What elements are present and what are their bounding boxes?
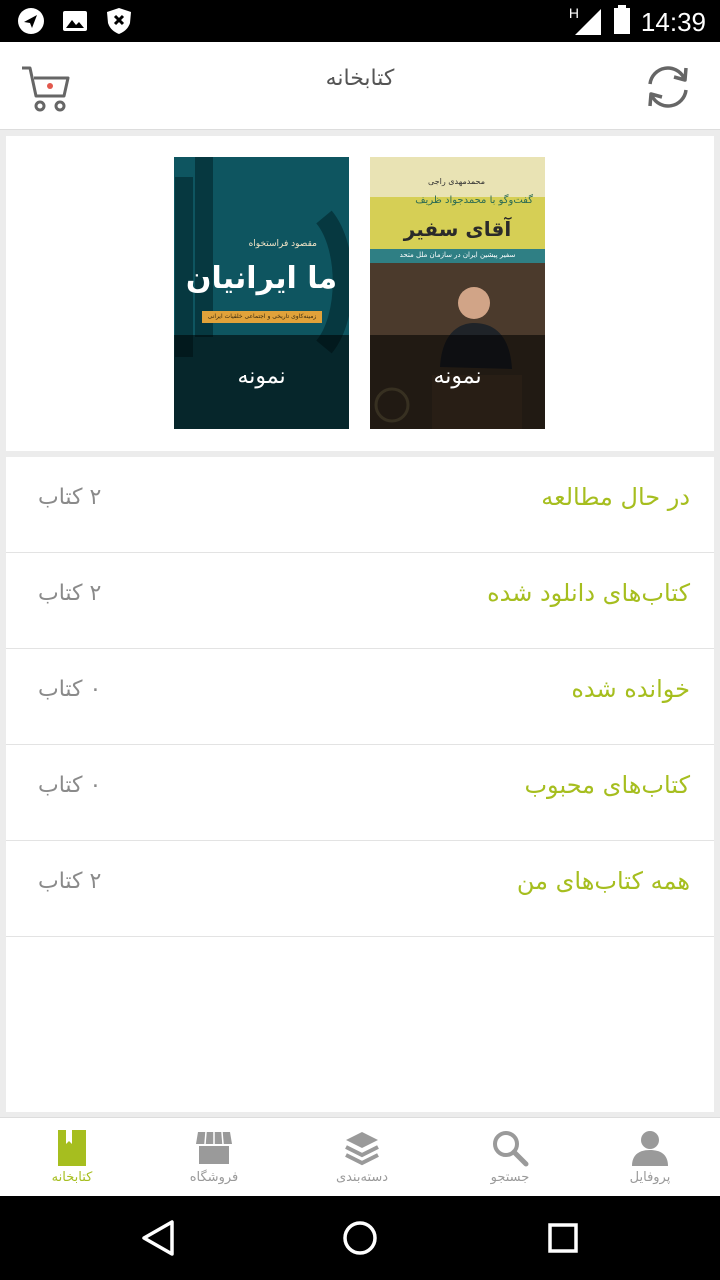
list-item-label: در حال مطالعه bbox=[541, 483, 690, 511]
list-item-label: کتاب‌های دانلود شده bbox=[487, 579, 690, 607]
list-item-count: ۲ کتاب bbox=[38, 581, 102, 606]
book-title: آقای سفیر bbox=[403, 217, 512, 241]
book-author: مقصود فراستخواه bbox=[248, 239, 317, 249]
book-subtitle: زمینه‌کاوی تاریخی و اجتماعی خلقیات ایران… bbox=[207, 313, 317, 320]
clock: 14:39 bbox=[640, 6, 706, 37]
refresh-icon bbox=[648, 66, 688, 108]
sample-badge: نمونه bbox=[370, 335, 545, 429]
nav-label: فروشگاه bbox=[189, 1170, 239, 1185]
book-author: محمدمهدی راجی bbox=[428, 177, 485, 186]
shield-icon bbox=[104, 6, 134, 36]
home-icon[interactable] bbox=[338, 1216, 382, 1260]
page-title: کتابخانه bbox=[325, 66, 395, 91]
recents-icon[interactable] bbox=[541, 1216, 585, 1260]
library-list: در حال مطالعه ۲ کتاب کتاب‌های دانلود شده… bbox=[6, 457, 714, 1112]
layers-icon bbox=[345, 1132, 379, 1166]
signal-icon: H bbox=[569, 5, 603, 37]
navigation-icon bbox=[16, 6, 46, 36]
list-item-count: ۲ کتاب bbox=[38, 485, 102, 510]
store-icon bbox=[196, 1131, 232, 1164]
status-bar: H 14:39 bbox=[0, 0, 720, 42]
nav-tab-library[interactable]: کتابخانه bbox=[0, 1118, 144, 1197]
nav-label: کتابخانه bbox=[51, 1170, 93, 1185]
nav-tab-store[interactable]: فروشگاه bbox=[142, 1118, 286, 1197]
sample-badge: نمونه bbox=[174, 335, 349, 429]
back-icon[interactable] bbox=[136, 1216, 180, 1260]
book-icon bbox=[58, 1130, 86, 1166]
nav-tab-profile[interactable]: پروفایل bbox=[578, 1118, 720, 1197]
list-item-reading[interactable]: در حال مطالعه ۲ کتاب bbox=[6, 457, 714, 553]
list-item-label: کتاب‌های محبوب bbox=[524, 771, 690, 799]
nav-label: پروفایل bbox=[629, 1170, 671, 1185]
search-icon bbox=[493, 1131, 529, 1167]
book-tagline: گفت‌وگو با محمدجواد ظریف bbox=[415, 195, 533, 206]
refresh-button[interactable] bbox=[642, 64, 694, 110]
nav-label: دسته‌بندی bbox=[335, 1170, 389, 1185]
nav-tab-search[interactable]: جستجو bbox=[438, 1118, 582, 1197]
app-bar: کتابخانه bbox=[0, 42, 720, 130]
nav-tab-categories[interactable]: دسته‌بندی bbox=[290, 1118, 434, 1197]
list-item-all-books[interactable]: همه کتاب‌های من ۲ کتاب bbox=[6, 841, 714, 937]
list-item-favorites[interactable]: کتاب‌های محبوب ۰ کتاب bbox=[6, 745, 714, 841]
nav-label: جستجو bbox=[490, 1170, 530, 1185]
list-item-downloaded[interactable]: کتاب‌های دانلود شده ۲ کتاب bbox=[6, 553, 714, 649]
book-cover-aghaye-safir[interactable]: محمدمهدی راجی گفت‌وگو با محمدجواد ظریف آ… bbox=[370, 157, 545, 429]
image-icon bbox=[60, 6, 90, 36]
book-cover-ma-iranian[interactable]: مقصود فراستخواه ما ایرانیان زمینه‌کاوی ت… bbox=[174, 157, 349, 429]
list-item-label: خوانده شده bbox=[571, 675, 690, 703]
list-item-read[interactable]: خوانده شده ۰ کتاب bbox=[6, 649, 714, 745]
book-shelf: مقصود فراستخواه ما ایرانیان زمینه‌کاوی ت… bbox=[6, 136, 714, 451]
list-item-label: همه کتاب‌های من bbox=[516, 867, 690, 895]
profile-icon bbox=[632, 1131, 668, 1166]
list-item-count: ۰ کتاب bbox=[38, 677, 102, 702]
book-title: ما ایرانیان bbox=[185, 261, 338, 296]
bottom-navigation: کتابخانه فروشگاه دسته‌بندی جستجو پروفایل bbox=[0, 1117, 720, 1196]
list-item-count: ۰ کتاب bbox=[38, 773, 102, 798]
system-navigation-bar bbox=[0, 1196, 720, 1280]
battery-icon bbox=[613, 5, 631, 39]
book-subtitle: سفیر پیشین ایران در سازمان ملل متحد bbox=[399, 251, 516, 259]
list-item-count: ۲ کتاب bbox=[38, 869, 102, 894]
